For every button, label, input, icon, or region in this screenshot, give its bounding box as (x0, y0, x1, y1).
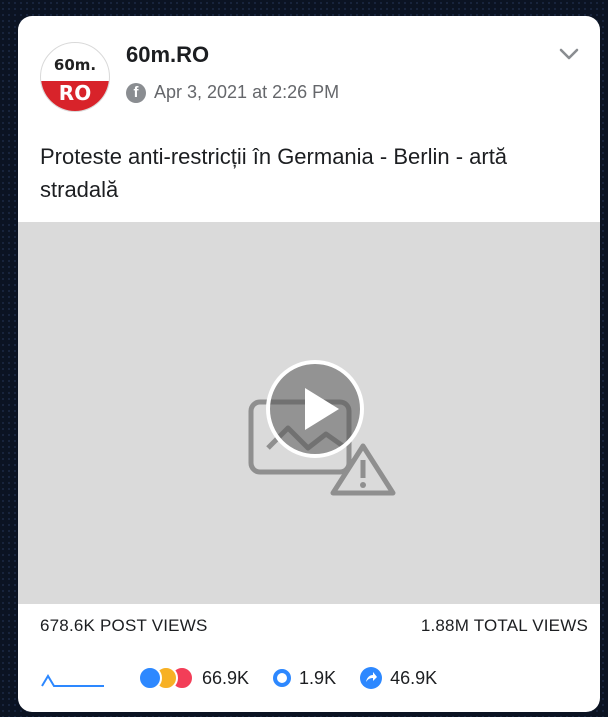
page-name-link[interactable]: 60m.RO (126, 42, 209, 68)
play-button[interactable] (266, 360, 364, 458)
facebook-icon: f (126, 82, 146, 103)
post-card: 60m. RO 60m.RO f Apr 3, 2021 at 2:26 PM … (18, 16, 600, 712)
post-views-count: 678.6K POST VIEWS (40, 616, 208, 635)
comments-count: 1.9K (299, 667, 337, 688)
shares-summary[interactable]: 46.9K (360, 667, 437, 689)
reactions-count: 66.9K (202, 667, 250, 688)
post-header: 60m. RO 60m.RO f Apr 3, 2021 at 2:26 PM (18, 16, 600, 126)
like-reaction-icon (138, 666, 162, 690)
share-icon (360, 667, 383, 689)
post-meta: f Apr 3, 2021 at 2:26 PM (126, 82, 339, 103)
chevron-down-icon[interactable] (556, 44, 582, 64)
logo-top-text: 60m. (53, 56, 97, 74)
shares-count: 46.9K (390, 667, 438, 688)
logo-bottom-text: RO (41, 81, 109, 111)
comment-icon (273, 669, 292, 687)
post-timestamp[interactable]: Apr 3, 2021 at 2:26 PM (154, 82, 339, 103)
total-views-count: 1.88M TOTAL VIEWS (420, 616, 588, 635)
reactions-summary[interactable]: 66.9K (138, 666, 249, 690)
comments-summary[interactable]: 1.9K (273, 668, 336, 689)
sparkline-icon[interactable] (40, 666, 106, 690)
page-avatar[interactable]: 60m. RO (40, 42, 110, 112)
play-icon (305, 388, 339, 430)
post-text: Proteste anti-restricții în Germania - B… (40, 144, 508, 202)
engagement-row: 66.9K 1.9K 46.9K (40, 663, 588, 693)
views-row: 678.6K POST VIEWS 1.88M TOTAL VIEWS (40, 616, 588, 636)
